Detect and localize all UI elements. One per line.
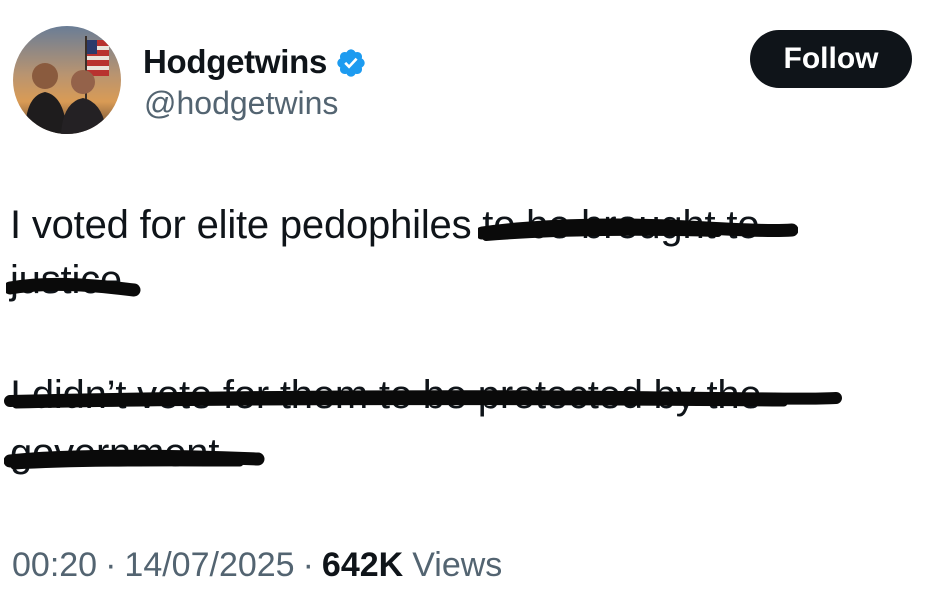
author-handle[interactable]: @hodgetwins xyxy=(144,85,338,122)
tweet-line-3: I didn’t vote for them to be protected b… xyxy=(4,371,842,419)
tweet-date[interactable]: 14/07/2025 xyxy=(124,546,294,585)
display-name[interactable]: Hodgetwins xyxy=(143,43,327,81)
profile-photo-icon xyxy=(13,26,121,134)
verified-badge-icon[interactable] xyxy=(335,47,367,79)
struck-text-segment: government xyxy=(4,429,265,477)
struck-text-segment: justice xyxy=(6,256,141,304)
struck-text: government xyxy=(10,431,220,475)
struck-text: justice xyxy=(10,258,122,302)
meta-separator: · xyxy=(302,546,314,584)
struck-text: I didn’t vote for them to be protected b… xyxy=(10,373,762,417)
avatar[interactable] xyxy=(13,26,121,134)
struck-text: to be brought to xyxy=(482,203,760,247)
follow-button[interactable]: Follow xyxy=(750,30,912,88)
struck-text-segment: to be brought to xyxy=(478,201,799,249)
meta-separator: · xyxy=(105,546,117,584)
tweet-time[interactable]: 00:20 xyxy=(12,546,97,585)
views-count: 642K xyxy=(321,546,404,584)
tweet-card: Hodgetwins @hodgetwins Follow I voted fo… xyxy=(0,0,932,600)
tweet-line-1: I voted for elite pedophiles to be broug… xyxy=(10,201,799,249)
tweet-meta: 00:20 · 14/07/2025 · 642K Views xyxy=(12,546,502,585)
tweet-line-4: government xyxy=(4,429,265,477)
author-name-row: Hodgetwins xyxy=(143,40,367,84)
tweet-line-2: justice xyxy=(6,256,141,304)
views-label: Views xyxy=(412,546,503,584)
tweet-text-plain: I voted for elite pedophiles xyxy=(10,203,483,247)
struck-text-segment: I didn’t vote for them to be protected b… xyxy=(4,371,842,419)
